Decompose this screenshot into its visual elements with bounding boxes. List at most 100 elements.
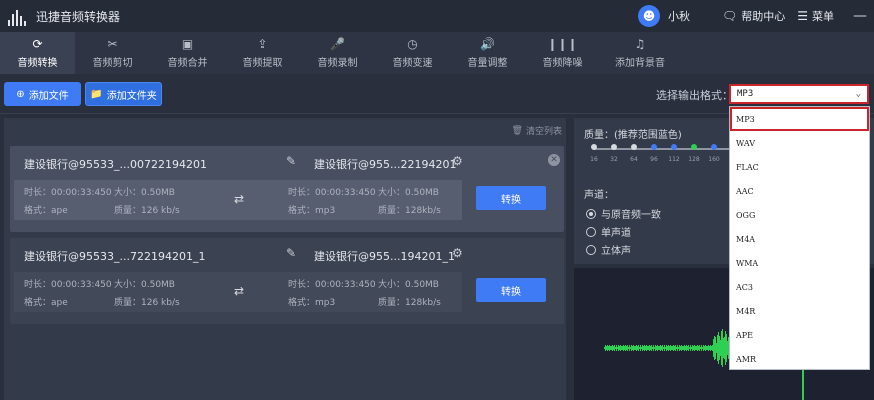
convert-button[interactable]: 转换	[476, 186, 546, 210]
shuffle-icon: ⇄	[234, 192, 245, 206]
tab-volume-adjust[interactable]: 🔊 音量调整	[450, 32, 525, 74]
format-dropdown: MP3 WAV FLAC AAC OGG M4A WMA AC3 M4R APE…	[729, 106, 870, 370]
gear-icon[interactable]: ⚙	[452, 154, 463, 168]
tab-label: 音频转换	[17, 57, 58, 69]
tab-label: 添加背景音	[615, 57, 665, 69]
file-item[interactable]: 建设银行@95533_...722194201_1 ✎ 建设银行@955...1…	[10, 238, 564, 324]
output-format: 格式：mp3	[288, 298, 336, 308]
radio-icon	[586, 226, 596, 237]
format-option-wma[interactable]: WMA	[730, 251, 869, 275]
feature-toolbar: ⟳ 音频转换 ✂ 音频剪切 ▣ 音频合并 ⇪ 音频提取 🎤 音频录制 ◷ 音频变…	[0, 32, 874, 74]
output-quality: 质量：128kb/s	[378, 206, 441, 216]
output-file-name: 建设银行@955...194201_1	[314, 250, 455, 263]
format-option-mp3[interactable]: MP3	[730, 107, 869, 131]
file-item[interactable]: 建设银行@95533_...00722194201 ✎ 建设银行@955...2…	[10, 146, 564, 232]
music-icon: ♫	[634, 36, 646, 51]
tab-audio-convert[interactable]: ⟳ 音频转换	[0, 32, 75, 74]
source-size: 大小：0.50MB	[114, 188, 175, 198]
clear-list-button[interactable]: 🗑 清空列表	[512, 124, 562, 138]
format-option-wav[interactable]: WAV	[730, 131, 869, 155]
tab-label: 音频降噪	[542, 57, 583, 69]
format-option-ogg[interactable]: OGG	[730, 203, 869, 227]
scissors-icon: ✂	[107, 36, 118, 51]
source-duration: 时长：00:00:33:450	[24, 280, 112, 290]
help-center-link[interactable]: 🗨 帮助中心	[722, 8, 785, 24]
denoise-icon: ❙❙❙	[547, 36, 578, 51]
tab-audio-cut[interactable]: ✂ 音频剪切	[75, 32, 150, 74]
output-quality: 质量：128kb/s	[378, 298, 441, 308]
source-format: 格式：ape	[24, 206, 68, 216]
format-option-flac[interactable]: FLAC	[730, 155, 869, 179]
tab-audio-speed[interactable]: ◷ 音频变速	[375, 32, 450, 74]
radio-icon	[586, 244, 596, 255]
chat-icon: 🗨	[722, 9, 738, 23]
app-title: 迅捷音频转换器	[36, 9, 121, 24]
quality-stop[interactable]	[631, 144, 637, 150]
add-file-button[interactable]: ⊕ 添加文件	[4, 82, 81, 106]
format-option-m4r[interactable]: M4R	[730, 299, 869, 323]
menu-label: 菜单	[812, 10, 834, 23]
channel-option-original[interactable]: 与原音频一致	[586, 206, 661, 221]
tab-audio-record[interactable]: 🎤 音频录制	[300, 32, 375, 74]
file-list-panel: 🗑 清空列表 建设银行@95533_...00722194201 ✎ 建设银行@…	[4, 118, 566, 400]
source-duration: 时长：00:00:33:450	[24, 188, 112, 198]
quality-tick: 160	[708, 156, 720, 163]
tab-add-background-music[interactable]: ♫ 添加背景音	[600, 32, 680, 74]
refresh-icon: ⟳	[32, 36, 43, 51]
quality-stop[interactable]	[671, 144, 677, 150]
extract-icon: ⇪	[257, 36, 268, 51]
source-size: 大小：0.50MB	[114, 280, 175, 290]
radio-checked-icon	[586, 208, 596, 219]
app-logo-icon	[8, 6, 28, 26]
source-quality: 质量：126 kb/s	[114, 206, 180, 216]
output-size: 大小：0.50MB	[378, 188, 439, 198]
tab-label: 音频剪切	[92, 57, 133, 69]
output-format-select[interactable]: MP3 ⌄	[729, 84, 869, 104]
tab-audio-extract[interactable]: ⇪ 音频提取	[225, 32, 300, 74]
merge-icon: ▣	[181, 36, 194, 51]
quality-stop-selected[interactable]	[691, 144, 697, 150]
channel-option-mono[interactable]: 单声道	[586, 224, 631, 239]
folder-icon: 📁	[90, 88, 103, 100]
quality-stop[interactable]	[711, 144, 717, 150]
tab-audio-merge[interactable]: ▣ 音频合并	[150, 32, 225, 74]
add-folder-button[interactable]: 📁 添加文件夹	[85, 82, 162, 106]
user-icon[interactable]: ☻	[638, 5, 660, 27]
quality-stop[interactable]	[651, 144, 657, 150]
output-format: 格式：mp3	[288, 206, 336, 216]
edit-icon[interactable]: ✎	[286, 246, 296, 260]
channel-option-stereo[interactable]: 立体声	[586, 242, 631, 257]
tab-label: 音频变速	[392, 57, 433, 69]
user-name[interactable]: 小秋	[668, 8, 690, 24]
tab-audio-denoise[interactable]: ❙❙❙ 音频降噪	[525, 32, 600, 74]
format-option-m4a[interactable]: M4A	[730, 227, 869, 251]
add-file-label: 添加文件	[28, 90, 69, 102]
format-option-aac[interactable]: AAC	[730, 179, 869, 203]
waveform-bar	[802, 368, 804, 400]
output-duration: 时长：00:00:33:450	[288, 280, 376, 290]
gear-icon[interactable]: ⚙	[452, 246, 463, 260]
source-file-name: 建设银行@95533_...00722194201	[24, 158, 207, 171]
minimize-button[interactable]: —	[846, 8, 874, 24]
format-option-ape[interactable]: APE	[730, 323, 869, 347]
menu-button[interactable]: ☰ 菜单	[797, 8, 834, 24]
convert-button[interactable]: 转换	[476, 278, 546, 302]
channel-option-label: 单声道	[601, 228, 631, 239]
mic-icon: 🎤	[330, 36, 345, 51]
edit-icon[interactable]: ✎	[286, 154, 296, 168]
tab-label: 音频提取	[242, 57, 283, 69]
file-info: 时长：00:00:33:450 大小：0.50MB 格式：ape 质量：126 …	[14, 180, 462, 220]
quality-stop[interactable]	[611, 144, 617, 150]
add-folder-label: 添加文件夹	[106, 90, 157, 102]
tab-label: 音量调整	[467, 57, 508, 69]
title-bar: 迅捷音频转换器 ☻ 小秋 🗨 帮助中心 ☰ 菜单 —	[0, 0, 874, 32]
plus-icon: ⊕	[16, 88, 25, 100]
help-center-label: 帮助中心	[741, 10, 786, 23]
quality-stop[interactable]	[591, 144, 597, 150]
close-icon[interactable]: ✕	[548, 154, 560, 166]
format-option-amr[interactable]: AMR	[730, 347, 869, 371]
output-format-value: MP3	[737, 89, 754, 99]
source-quality: 质量：126 kb/s	[114, 298, 180, 308]
output-file-name: 建设银行@955...22194201	[314, 158, 457, 171]
format-option-ac3[interactable]: AC3	[730, 275, 869, 299]
